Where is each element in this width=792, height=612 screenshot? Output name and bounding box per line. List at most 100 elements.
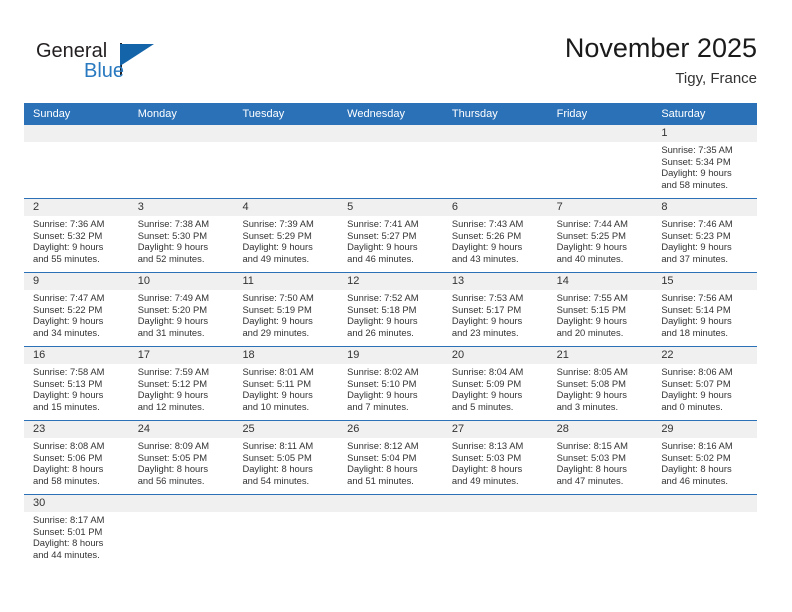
day-details: Sunrise: 7:35 AM Sunset: 5:34 PM Daylight:…: [652, 142, 757, 190]
calendar-day-cell[interactable]: 24 Sunrise: 8:09 AM Sunset: 5:05 PM Dayligh…: [128, 421, 234, 494]
logo-triangle-icon: [120, 44, 154, 66]
calendar-day-cell-empty[interactable]: [442, 495, 548, 568]
calendar-day-cell-empty[interactable]: [652, 495, 758, 568]
calendar-day-cell-empty[interactable]: [233, 125, 339, 198]
day-detail-line: Sunset: 5:18 PM: [347, 303, 417, 315]
calendar-day-cell[interactable]: 10 Sunrise: 7:49 AM Sunset: 5:20 PM Dayligh…: [128, 273, 234, 346]
day-detail-line: Sunrise: 7:41 AM: [347, 218, 419, 229]
day-detail-line: Sunset: 5:08 PM: [556, 377, 626, 389]
day-detail-line: Sunset: 5:32 PM: [33, 229, 103, 241]
day-detail-line: and 40 minutes.: [556, 252, 624, 264]
day-detail-line: Sunset: 5:26 PM: [451, 229, 522, 241]
calendar-day-cell[interactable]: 30 Sunrise: 8:17 AM Sunset: 5:01 PM Dayligh…: [24, 495, 129, 568]
day-number: 3: [128, 199, 234, 216]
day-of-week-thursday: Thursday: [451, 108, 498, 120]
calendar-day-cell-empty[interactable]: [128, 125, 234, 198]
day-details: Sunrise: 8:16 AM Sunset: 5:02 PM Daylight:…: [652, 438, 757, 486]
calendar-day-cell[interactable]: 3 Sunrise: 7:38 AM Sunset: 5:30 PM Daylight…: [128, 199, 234, 272]
calendar-day-cell[interactable]: 7 Sunrise: 7:44 AM Sunset: 5:25 PM Daylight…: [547, 199, 653, 272]
day-detail-line: Sunset: 5:27 PM: [347, 229, 417, 241]
day-details: Sunrise: 8:04 AM Sunset: 5:09 PM Daylight:…: [443, 364, 548, 412]
day-detail-line: and 10 minutes.: [242, 400, 310, 412]
calendar-day-cell[interactable]: 9 Sunrise: 7:47 AM Sunset: 5:22 PM Daylight…: [24, 273, 129, 346]
calendar-day-cell[interactable]: 2 Sunrise: 7:36 AM Sunset: 5:32 PM Daylight…: [24, 199, 129, 272]
day-detail-line: Sunset: 5:29 PM: [242, 229, 312, 241]
calendar-day-cell-empty[interactable]: [233, 495, 339, 568]
calendar-day-cell[interactable]: 19 Sunrise: 8:02 AM Sunset: 5:10 PM Dayligh…: [338, 347, 443, 420]
calendar-day-cell[interactable]: 22 Sunrise: 8:06 AM Sunset: 5:07 PM Dayligh…: [652, 347, 758, 420]
calendar-day-cell-empty[interactable]: [24, 125, 129, 198]
day-number: [652, 495, 758, 512]
day-number: 2: [24, 199, 129, 216]
day-detail-line: Sunset: 5:05 PM: [242, 451, 312, 463]
day-number: 16: [24, 347, 129, 364]
day-detail-line: Daylight: 9 hours: [347, 315, 418, 327]
day-number: 9: [24, 273, 129, 290]
day-number: [442, 125, 548, 142]
calendar-day-cell[interactable]: 14 Sunrise: 7:55 AM Sunset: 5:15 PM Dayligh…: [547, 273, 653, 346]
calendar-day-cell[interactable]: 4 Sunrise: 7:39 AM Sunset: 5:29 PM Daylight…: [233, 199, 339, 272]
day-detail-line: Sunset: 5:03 PM: [556, 451, 626, 463]
calendar-day-cell[interactable]: 11 Sunrise: 7:50 AM Sunset: 5:19 PM Dayligh…: [233, 273, 339, 346]
day-number: 17: [128, 347, 234, 364]
calendar-day-cell[interactable]: 12 Sunrise: 7:52 AM Sunset: 5:18 PM Dayligh…: [338, 273, 443, 346]
day-number: 6: [442, 199, 548, 216]
day-details: Sunrise: 7:36 AM Sunset: 5:32 PM Daylight:…: [24, 216, 129, 264]
calendar-day-cell[interactable]: 18 Sunrise: 8:01 AM Sunset: 5:11 PM Dayligh…: [233, 347, 339, 420]
calendar-day-cell-empty[interactable]: [338, 495, 443, 568]
day-detail-line: and 49 minutes.: [242, 252, 310, 264]
day-details: Sunrise: 8:02 AM Sunset: 5:10 PM Daylight:…: [338, 364, 443, 412]
day-detail-line: Sunset: 5:03 PM: [451, 451, 522, 463]
day-detail-line: Sunset: 5:11 PM: [242, 377, 312, 389]
day-detail-line: Sunrise: 8:05 AM: [556, 366, 628, 377]
day-detail-line: Sunrise: 8:11 AM: [242, 440, 314, 451]
day-details: Sunrise: 7:52 AM Sunset: 5:18 PM Daylight:…: [338, 290, 443, 338]
day-number: [442, 495, 548, 512]
calendar-day-cell[interactable]: 28 Sunrise: 8:15 AM Sunset: 5:03 PM Dayligh…: [547, 421, 653, 494]
day-detail-line: Sunrise: 7:59 AM: [137, 366, 210, 377]
day-number: [24, 125, 129, 142]
calendar-day-cell[interactable]: 8 Sunrise: 7:46 AM Sunset: 5:23 PM Daylight…: [652, 199, 758, 272]
calendar-day-cell-empty[interactable]: [442, 125, 548, 198]
calendar-day-cell[interactable]: 6 Sunrise: 7:43 AM Sunset: 5:26 PM Daylight…: [442, 199, 548, 272]
day-detail-line: and 51 minutes.: [347, 474, 414, 486]
day-detail-line: and 58 minutes.: [33, 474, 100, 486]
day-details: Sunrise: 7:53 AM Sunset: 5:17 PM Daylight:…: [443, 290, 548, 338]
day-number: 30: [24, 495, 129, 512]
day-detail-line: Sunset: 5:25 PM: [556, 229, 626, 241]
day-detail-line: Daylight: 9 hours: [661, 389, 732, 401]
calendar-day-cell[interactable]: 23 Sunrise: 8:08 AM Sunset: 5:06 PM Dayligh…: [24, 421, 129, 494]
calendar-week-row: 9 Sunrise: 7:47 AM Sunset: 5:22 PM Daylight…: [24, 272, 758, 346]
day-number: 14: [547, 273, 653, 290]
calendar-day-cell-empty[interactable]: [547, 495, 653, 568]
calendar-day-cell[interactable]: 5 Sunrise: 7:41 AM Sunset: 5:27 PM Daylight…: [338, 199, 443, 272]
day-detail-line: and 44 minutes.: [33, 548, 100, 560]
day-number: 22: [652, 347, 758, 364]
calendar-day-cell[interactable]: 15 Sunrise: 7:56 AM Sunset: 5:14 PM Dayligh…: [652, 273, 758, 346]
calendar-day-cell[interactable]: 20 Sunrise: 8:04 AM Sunset: 5:09 PM Dayligh…: [442, 347, 548, 420]
page-title: November 2025: [564, 33, 757, 63]
calendar-day-cell-empty[interactable]: [338, 125, 443, 198]
day-number: [233, 125, 339, 142]
calendar-day-cell[interactable]: 26 Sunrise: 8:12 AM Sunset: 5:04 PM Dayligh…: [338, 421, 443, 494]
calendar-weeks: 1 Sunrise: 7:35 AM Sunset: 5:34 PM Daylight…: [24, 125, 758, 568]
calendar-day-cell[interactable]: 13 Sunrise: 7:53 AM Sunset: 5:17 PM Dayligh…: [442, 273, 548, 346]
calendar-day-cell[interactable]: 17 Sunrise: 7:59 AM Sunset: 5:12 PM Dayligh…: [128, 347, 234, 420]
day-number: 29: [652, 421, 758, 438]
day-detail-line: Sunrise: 7:53 AM: [451, 292, 524, 303]
calendar-day-cell[interactable]: 29 Sunrise: 8:16 AM Sunset: 5:02 PM Dayligh…: [652, 421, 758, 494]
day-details: Sunrise: 8:08 AM Sunset: 5:06 PM Daylight:…: [24, 438, 129, 486]
day-of-week-wednesday: Wednesday: [347, 108, 406, 120]
calendar-day-cell[interactable]: 21 Sunrise: 8:05 AM Sunset: 5:08 PM Dayligh…: [547, 347, 653, 420]
logo-text-general: General: [36, 40, 108, 62]
calendar-day-cell[interactable]: 25 Sunrise: 8:11 AM Sunset: 5:05 PM Dayligh…: [233, 421, 339, 494]
day-detail-line: Daylight: 8 hours: [33, 463, 104, 475]
day-detail-line: Sunset: 5:10 PM: [347, 377, 417, 389]
calendar-day-cell[interactable]: 1 Sunrise: 7:35 AM Sunset: 5:34 PM Daylight…: [652, 125, 758, 198]
day-number: 27: [442, 421, 548, 438]
calendar-day-cell-empty[interactable]: [128, 495, 234, 568]
calendar-day-cell[interactable]: 27 Sunrise: 8:13 AM Sunset: 5:03 PM Dayligh…: [442, 421, 548, 494]
day-details: [548, 142, 653, 144]
calendar-day-cell[interactable]: 16 Sunrise: 7:58 AM Sunset: 5:13 PM Dayligh…: [24, 347, 129, 420]
calendar-day-cell-empty[interactable]: [547, 125, 653, 198]
